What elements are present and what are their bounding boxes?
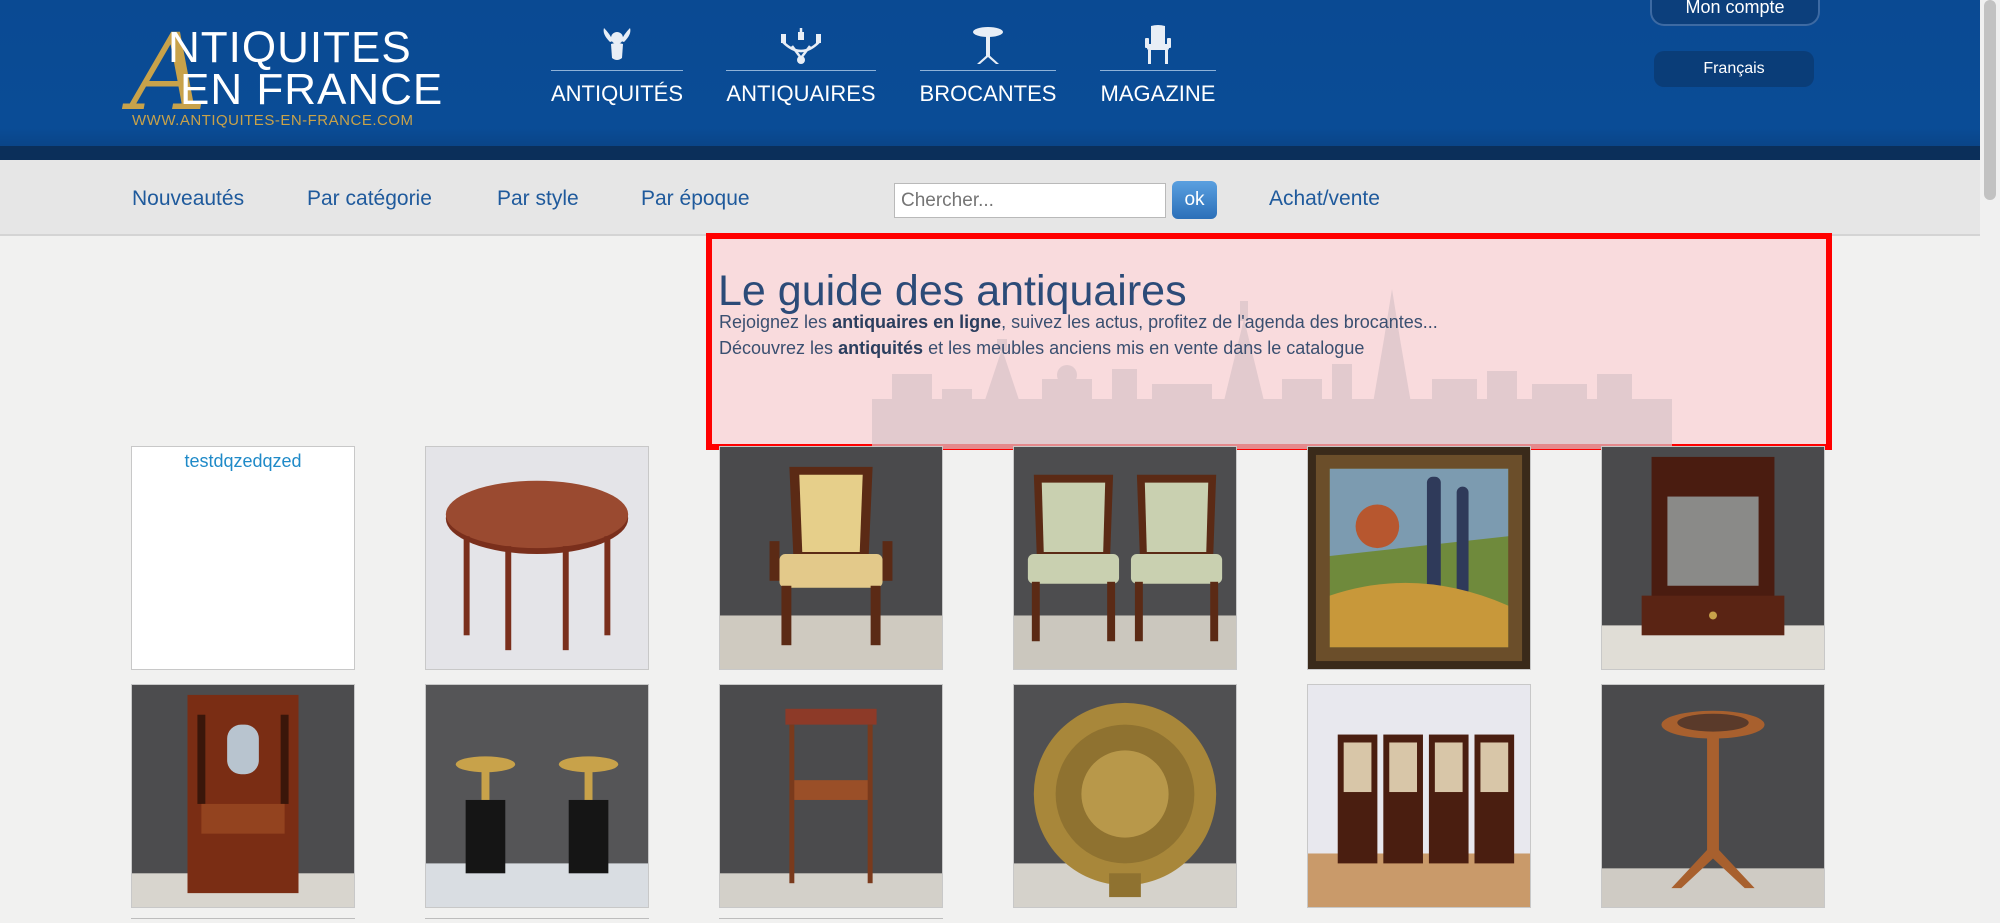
broken-image-alt[interactable]: testdqzedqzed — [132, 447, 354, 472]
logo-line-2: EN FRANCE — [180, 65, 444, 114]
text-fragment: et les meubles anciens mis en vente dans… — [923, 338, 1365, 358]
nav-nouveautes[interactable]: Nouveautés — [132, 187, 244, 211]
guide-line-1: Rejoignez les antiquaires en ligne, suiv… — [719, 312, 1438, 333]
catalogue-item[interactable] — [1601, 684, 1825, 908]
nav-divider — [1100, 70, 1216, 71]
table-mirror-cabinet-photo — [1602, 447, 1824, 669]
header-bottom-band — [0, 146, 1980, 160]
antiquaires-en-ligne-link[interactable]: antiquaires en ligne — [832, 312, 1001, 332]
nav-magazine[interactable]: MAGAZINE — [1100, 20, 1216, 110]
catalogue-item[interactable] — [131, 684, 355, 908]
catalogue-item-partial — [131, 918, 355, 923]
account-button[interactable]: Mon compte — [1650, 0, 1820, 26]
nav-antiquaires[interactable]: ANTIQUAIRES — [726, 20, 876, 110]
search-input[interactable] — [894, 183, 1166, 218]
cherub-icon — [600, 20, 634, 66]
nav-divider — [920, 70, 1056, 71]
category-nav: Nouveautés Par catégorie Par style Par é… — [0, 160, 1980, 236]
catalogue-item[interactable] — [1601, 446, 1825, 670]
nav-par-epoque[interactable]: Par époque — [641, 187, 750, 211]
logo-line-1: NTIQUITES — [168, 23, 412, 72]
language-selector[interactable]: Français — [1654, 51, 1814, 87]
page-scrollbar[interactable] — [1980, 0, 2000, 923]
nav-par-categorie[interactable]: Par catégorie — [307, 187, 432, 211]
round-mahogany-table-photo — [426, 447, 648, 669]
scrollbar-thumb[interactable] — [1984, 0, 1996, 200]
hall-stand-photo — [132, 685, 354, 907]
site-header: A NTIQUITES EN FRANCE WWW.ANTIQUITES-EN-… — [0, 0, 1980, 160]
armchair-icon — [1143, 20, 1173, 66]
nav-divider — [726, 70, 876, 71]
text-fragment: Découvrez les — [719, 338, 839, 358]
catalogue-item[interactable]: testdqzedqzed — [131, 446, 355, 670]
nav-label: ANTIQUITÉS — [551, 81, 684, 106]
catalogue-item[interactable] — [1013, 446, 1237, 670]
pair-of-cassolettes-photo — [426, 685, 648, 907]
guide-title: Le guide des antiquaires — [718, 267, 1187, 315]
catalogue-item[interactable] — [1307, 446, 1531, 670]
catalogue-item[interactable] — [719, 684, 943, 908]
nav-antiquites[interactable]: ANTIQUITÉS — [551, 20, 683, 110]
chandelier-icon — [778, 20, 824, 66]
nav-achat-vente[interactable]: Achat/vente — [1269, 187, 1380, 211]
guide-line-2: Découvrez les antiquités et les meubles … — [719, 338, 1364, 359]
nav-divider — [551, 70, 683, 71]
nav-par-style[interactable]: Par style — [497, 187, 579, 211]
catalogue-item-partial — [719, 918, 943, 923]
logo-url: WWW.ANTIQUITES-EN-FRANCE.COM — [132, 112, 414, 129]
text-fragment: , suivez les actus, profitez de l'agenda… — [1001, 312, 1438, 332]
gueridon-table-icon — [971, 20, 1005, 66]
empire-armchair-photo — [720, 447, 942, 669]
nav-label: ANTIQUAIRES — [726, 81, 876, 106]
catalogue-item[interactable] — [425, 446, 649, 670]
catalogue-item[interactable] — [719, 446, 943, 670]
site-logo[interactable]: A NTIQUITES EN FRANCE WWW.ANTIQUITES-EN-… — [130, 20, 444, 132]
set-of-four-chairs-photo — [1308, 685, 1530, 907]
framed-painting-photo — [1308, 447, 1530, 669]
guide-banner: Le guide des antiquaires Rejoignez les a… — [706, 233, 1832, 450]
search-ok-button[interactable]: ok — [1172, 181, 1217, 219]
catalogue-item[interactable] — [1013, 684, 1237, 908]
catalogue-item-partial — [425, 918, 649, 923]
text-fragment: Rejoignez les — [719, 312, 833, 332]
antiquites-link[interactable]: antiquités — [838, 338, 923, 358]
nav-brocantes[interactable]: BROCANTES — [920, 20, 1056, 110]
nav-label: BROCANTES — [919, 81, 1057, 106]
nav-label: MAGAZINE — [1100, 81, 1216, 106]
side-table-photo — [720, 685, 942, 907]
catalogue-item[interactable] — [425, 684, 649, 908]
catalogue-item[interactable] — [1307, 684, 1531, 908]
brass-platter-photo — [1014, 685, 1236, 907]
pair-of-armchairs-photo — [1014, 447, 1236, 669]
pedestal-table-photo — [1602, 685, 1824, 907]
